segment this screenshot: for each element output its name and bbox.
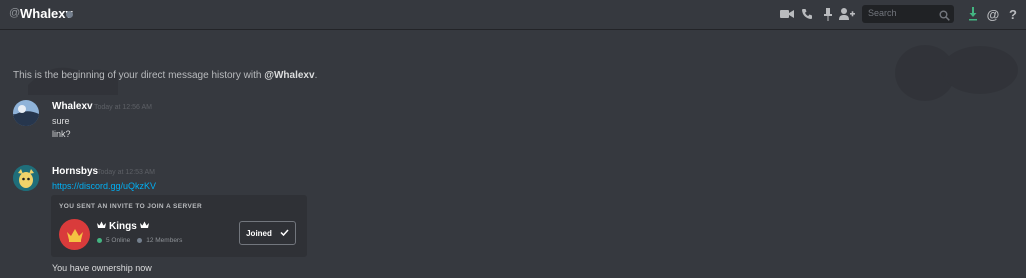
add-friend-icon[interactable] [839,6,855,22]
crown-small-icon [97,221,106,232]
channel-header: @ Whalexv Search @ ? [0,0,1026,30]
search-icon[interactable] [939,8,950,26]
video-call-icon[interactable] [779,6,795,22]
help-icon[interactable]: ? [1005,6,1021,22]
invite-header: YOU SENT AN INVITE TO JOIN A SERVER [59,203,203,210]
guild-name: Kings [109,221,137,232]
intro-text-end: . [314,70,318,81]
joined-button[interactable]: Joined [239,221,296,245]
intro-text: This is the beginning of your direct mes… [13,70,265,81]
background-art-right [895,45,1018,101]
pin-icon[interactable] [820,6,836,22]
joined-label: Joined [246,228,272,238]
mentions-icon[interactable]: @ [985,6,1001,22]
search-input[interactable]: Search [862,5,954,23]
online-dot [97,238,102,243]
download-icon[interactable] [965,6,981,22]
avatar[interactable] [13,165,39,191]
invite-link[interactable]: https://discord.gg/uQkzKV [52,181,156,191]
dm-intro: This is the beginning of your direct mes… [13,70,317,81]
message-text: You have ownership now [52,263,152,273]
online-count: 5 Online [106,237,131,244]
crown-small-icon [139,221,149,232]
voice-call-icon[interactable] [799,6,815,22]
message-text: sure [52,116,70,126]
server-invite-embed: YOU SENT AN INVITE TO JOIN A SERVER King… [51,195,307,257]
members-dot [137,238,143,243]
crown-icon[interactable] [59,219,90,250]
at-icon: @ [9,7,21,19]
message-timestamp: Today at 12:53 AM [97,169,155,176]
intro-mention[interactable]: @Whalexv [264,70,314,81]
message-timestamp: Today at 12:56 AM [94,104,152,111]
avatar[interactable] [13,100,39,126]
guild-counts: 5 Online 12 Members [97,237,182,244]
members-count: 12 Members [146,237,183,244]
message-author[interactable]: Hornsbys [52,166,98,177]
message-author[interactable]: Whalexv [52,101,93,112]
search-placeholder: Search [868,8,897,18]
checkmark-icon [280,228,289,238]
dm-recipient-name[interactable]: Whalexv [20,6,73,21]
status-indicator [66,11,73,18]
guild-name-row: Kings [97,221,149,232]
message-text: link? [52,129,71,139]
